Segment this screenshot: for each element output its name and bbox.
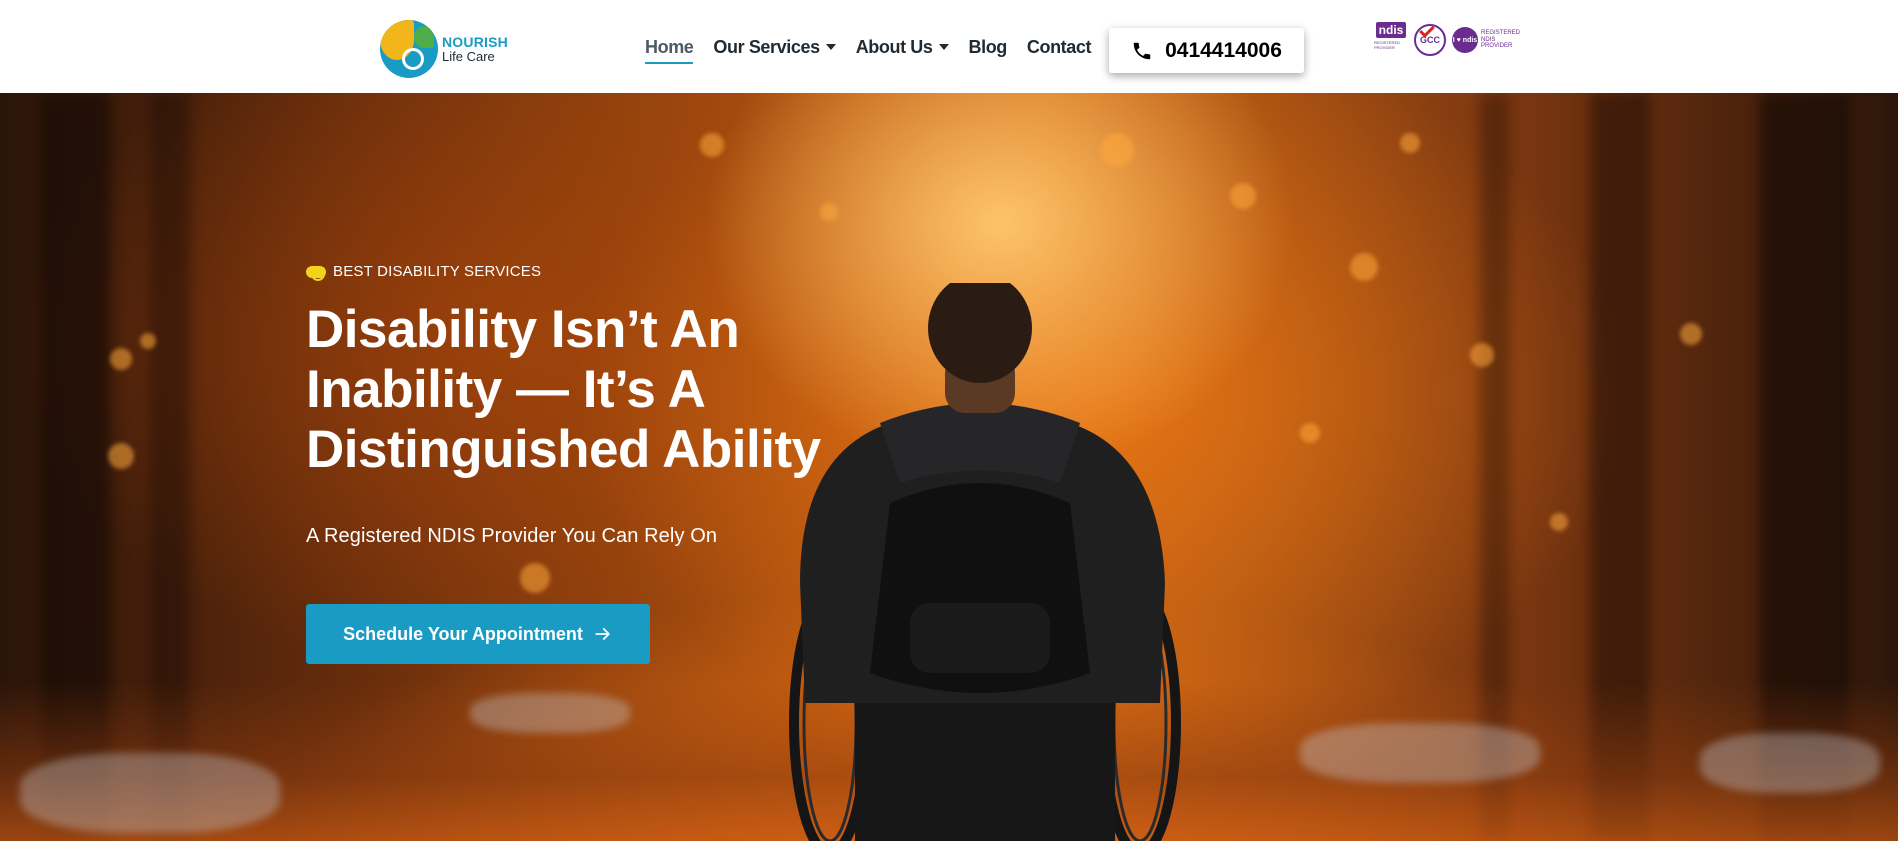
nav-item-label: Blog xyxy=(968,36,1008,57)
ndis-badge-label: ndis xyxy=(1375,22,1407,38)
nav-item-contact[interactable]: Contact xyxy=(1026,36,1092,58)
site-logo[interactable]: NOURISH Life Care xyxy=(380,19,520,79)
nav-item-blog[interactable]: Blog xyxy=(968,36,1008,58)
nav-item-label: About Us xyxy=(855,36,933,57)
certification-badges: ndis REGISTERED PROVIDER GCC I ♥ ndis RE… xyxy=(1374,20,1521,60)
schedule-appointment-button[interactable]: Schedule Your Appointment xyxy=(306,604,650,664)
phone-number: 0414414006 xyxy=(1165,38,1282,62)
hero-eyebrow: BEST DISABILITY SERVICES xyxy=(306,263,926,281)
hero-title-line: Distinguished Ability xyxy=(306,420,821,479)
site-header: NOURISH Life Care Home Our Services Abou… xyxy=(0,0,1898,93)
nav-item-label: Contact xyxy=(1026,36,1092,57)
hero-title: Disability Isn’t An Inability — It’s A D… xyxy=(306,300,926,480)
hero-subtitle: A Registered NDIS Provider You Can Rely … xyxy=(306,525,718,547)
chevron-down-icon xyxy=(938,44,949,50)
main-nav: Home Our Services About Us Blog Contact xyxy=(645,35,1111,64)
hero-section: BEST DISABILITY SERVICES Disability Isn’… xyxy=(0,93,1898,841)
logo-name: NOURISH xyxy=(442,33,508,50)
registered-badge-mark: I ♥ ndis xyxy=(1452,27,1478,53)
logo-text: NOURISH Life Care xyxy=(442,35,508,63)
hero-title-line: Disability Isn’t An xyxy=(306,300,740,359)
ndis-badge-sub: REGISTERED PROVIDER xyxy=(1374,40,1401,50)
hero-title-line: Inability — It’s A xyxy=(306,360,706,419)
nav-item-label: Home xyxy=(645,36,694,57)
nav-item-label: Our Services xyxy=(713,36,820,57)
phone-button[interactable]: 0414414006 xyxy=(1109,28,1304,73)
toggle-icon xyxy=(306,265,326,281)
hero-eyebrow-text: BEST DISABILITY SERVICES xyxy=(333,263,542,280)
phone-icon xyxy=(1133,42,1151,59)
nav-item-home[interactable]: Home xyxy=(645,36,694,64)
nav-item-about-us[interactable]: About Us xyxy=(856,37,949,58)
nav-item-our-services[interactable]: Our Services xyxy=(713,36,836,58)
cta-label: Schedule Your Appointment xyxy=(343,623,583,644)
registered-provider-badge: I ♥ ndis REGISTERED NDIS PROVIDER xyxy=(1452,27,1521,53)
arrow-right-icon xyxy=(595,628,610,640)
chevron-down-icon xyxy=(825,44,836,50)
gcc-badge: GCC xyxy=(1414,22,1446,58)
registered-badge-text: REGISTERED NDIS PROVIDER xyxy=(1481,30,1521,50)
logo-sub: Life Care xyxy=(442,48,495,64)
logo-mark-icon xyxy=(380,20,438,78)
ndis-badge: ndis REGISTERED PROVIDER xyxy=(1374,22,1408,58)
hero-content: BEST DISABILITY SERVICES Disability Isn’… xyxy=(306,263,926,664)
